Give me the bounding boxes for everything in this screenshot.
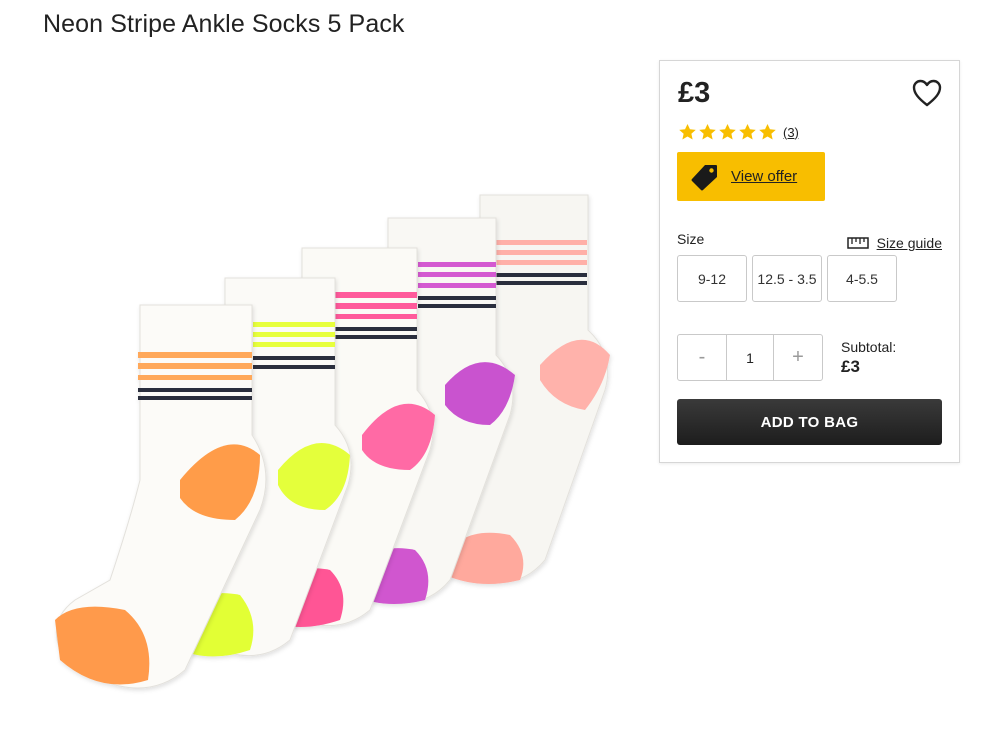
purchase-panel: £3 (3) View offer Size Size guide 9-12 1… — [659, 60, 960, 463]
ruler-icon — [846, 237, 869, 249]
quantity-input[interactable]: 1 — [726, 335, 774, 380]
size-option[interactable]: 9-12 — [677, 255, 747, 302]
star-icon — [719, 123, 736, 140]
subtotal-label: Subtotal: — [841, 339, 897, 355]
rating[interactable]: (3) — [678, 123, 799, 141]
quantity-stepper: - 1 + — [677, 334, 823, 381]
star-icon — [679, 123, 696, 140]
increase-quantity-button[interactable]: + — [774, 335, 822, 380]
heart-outline-icon[interactable] — [912, 79, 942, 107]
review-count-link[interactable]: (3) — [783, 125, 799, 140]
subtotal: Subtotal: £3 — [841, 339, 896, 377]
product-image — [40, 180, 630, 720]
star-icon — [739, 123, 756, 140]
add-to-bag-button[interactable]: ADD TO BAG — [677, 399, 942, 445]
decrease-quantity-button[interactable]: - — [678, 335, 726, 380]
star-icon — [699, 123, 716, 140]
price: £3 — [678, 77, 711, 109]
size-guide-label: Size guide — [876, 235, 942, 251]
subtotal-value: £3 — [841, 357, 860, 376]
size-options: 9-12 12.5 - 3.5 4-5.5 — [677, 255, 902, 302]
socks-illustration — [55, 194, 610, 689]
view-offer-label: View offer — [731, 168, 798, 185]
size-guide-link[interactable]: Size guide — [846, 235, 942, 251]
star-icon — [759, 123, 776, 140]
view-offer-button[interactable]: View offer — [677, 152, 825, 201]
size-option[interactable]: 12.5 - 3.5 — [752, 255, 822, 302]
price-tag-icon — [691, 164, 717, 190]
size-option[interactable]: 4-5.5 — [827, 255, 897, 302]
size-label: Size — [677, 231, 705, 247]
product-title: Neon Stripe Ankle Socks 5 Pack — [43, 10, 405, 38]
